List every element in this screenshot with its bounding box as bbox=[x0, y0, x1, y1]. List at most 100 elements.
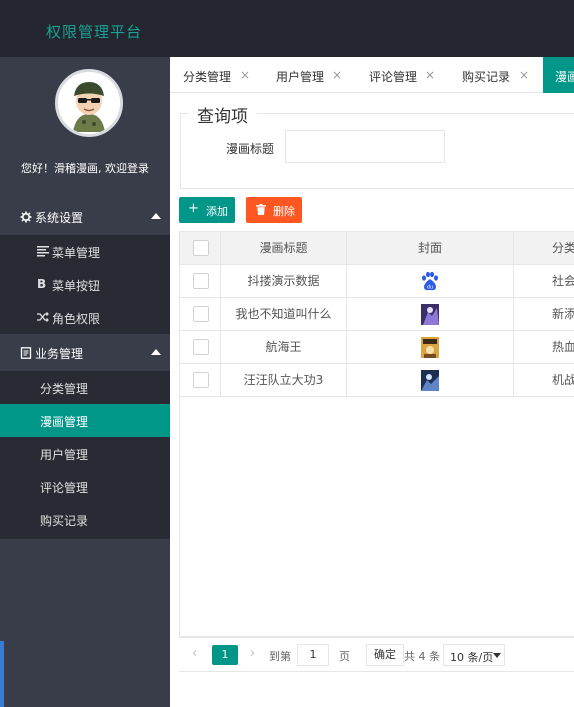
tab-purchase-records[interactable]: 购买记录 × bbox=[448, 57, 543, 93]
avatar[interactable] bbox=[55, 69, 123, 137]
baidu-logo-icon: du bbox=[422, 271, 438, 291]
delete-button[interactable]: 删除 bbox=[246, 197, 302, 223]
prev-page-button[interactable]: ‹ bbox=[192, 646, 197, 661]
menu-group-label: 系统设置 bbox=[35, 211, 84, 225]
tab-comic-management[interactable]: 漫画 bbox=[543, 57, 574, 93]
submenu-business-management: 分类管理 漫画管理 用户管理 评论管理 购买记录 bbox=[0, 371, 170, 539]
close-icon[interactable]: × bbox=[332, 68, 342, 82]
column-header-category[interactable]: 分类 bbox=[514, 232, 574, 265]
sidebar-item-role-permissions[interactable]: 角色权限 bbox=[0, 301, 170, 334]
page-size-value: 10 条/页 bbox=[450, 651, 494, 664]
tab-label: 用户管理 bbox=[276, 70, 325, 84]
row-checkbox[interactable] bbox=[193, 372, 209, 388]
table-header-row: 漫画标题 封面 分类 bbox=[180, 232, 574, 265]
tab-label: 分类管理 bbox=[183, 70, 232, 84]
sidebar-item-label: 角色权限 bbox=[52, 312, 101, 326]
goto-confirm-button[interactable]: 确定 bbox=[366, 644, 404, 666]
next-page-button[interactable]: › bbox=[250, 646, 255, 661]
chevron-down-icon bbox=[493, 653, 501, 658]
page-unit-label: 页 bbox=[339, 650, 350, 663]
left-edge-strip bbox=[0, 641, 4, 707]
menu-group-system-settings[interactable]: 系统设置 bbox=[0, 199, 170, 235]
cell-cover: du bbox=[347, 265, 514, 298]
welcome-text: 您好！滑稽漫画, 欢迎登录 bbox=[21, 162, 149, 175]
sidebar-item-label: 购买记录 bbox=[40, 514, 89, 528]
current-page[interactable]: 1 bbox=[212, 645, 238, 665]
caret-up-icon bbox=[151, 213, 161, 219]
sidebar-item-menu-buttons[interactable]: B 菜单按钮 bbox=[0, 268, 170, 301]
cover-thumbnail-blue bbox=[421, 370, 439, 391]
row-checkbox-cell bbox=[180, 331, 221, 364]
close-icon[interactable]: × bbox=[425, 68, 435, 82]
document-icon bbox=[20, 347, 32, 359]
cell-title: 我也不知道叫什么 bbox=[221, 298, 347, 331]
table-footer-area bbox=[179, 671, 574, 707]
column-header-title[interactable]: 漫画标题 bbox=[221, 232, 347, 265]
trash-icon bbox=[256, 204, 266, 215]
cell-cover bbox=[347, 331, 514, 364]
cover-thumbnail-purple bbox=[421, 304, 439, 325]
row-checkbox-cell bbox=[180, 265, 221, 298]
sidebar-item-label: 菜单按钮 bbox=[52, 279, 101, 293]
main-content: 分类管理 × 用户管理 × 评论管理 × 购买记录 × 漫画 查询项 漫画标题 … bbox=[170, 57, 574, 707]
list-icon bbox=[37, 246, 49, 257]
row-checkbox[interactable] bbox=[193, 306, 209, 322]
submenu-system-settings: 菜单管理 B 菜单按钮 角色权限 bbox=[0, 235, 170, 334]
sidebar-item-comic-management[interactable]: 漫画管理 bbox=[0, 404, 170, 437]
cell-category: 社会 bbox=[552, 274, 574, 288]
cell-title: 抖搂演示数据 bbox=[221, 265, 347, 298]
row-checkbox-cell bbox=[180, 298, 221, 331]
sidebar-item-category-management[interactable]: 分类管理 bbox=[0, 371, 170, 404]
tab-label: 购买记录 bbox=[462, 70, 511, 84]
comic-title-input[interactable] bbox=[285, 130, 445, 163]
table-row[interactable]: 航海王 热血 bbox=[180, 331, 574, 364]
goto-page-input[interactable]: 1 bbox=[297, 644, 329, 666]
comic-title-label: 漫画标题 bbox=[226, 142, 275, 156]
plus-icon: + bbox=[188, 201, 199, 216]
table-row[interactable]: 我也不知道叫什么 新添加 bbox=[180, 298, 574, 331]
cover-thumbnail-yellow bbox=[421, 337, 439, 358]
cell-title: 航海王 bbox=[221, 331, 347, 364]
cell-category: 机战 bbox=[552, 373, 574, 387]
cell-title: 汪汪队立大功3 bbox=[221, 364, 347, 397]
svg-text:du: du bbox=[427, 285, 433, 291]
sidebar-item-comment-management[interactable]: 评论管理 bbox=[0, 470, 170, 503]
tab-label: 评论管理 bbox=[369, 70, 418, 84]
sidebar-item-label: 菜单管理 bbox=[52, 246, 101, 260]
cell-cover bbox=[347, 364, 514, 397]
delete-button-label: 删除 bbox=[273, 205, 295, 218]
row-checkbox-cell bbox=[180, 364, 221, 397]
column-header-cover[interactable]: 封面 bbox=[347, 232, 514, 265]
gear-icon bbox=[20, 211, 32, 223]
sidebar-item-menu-management[interactable]: 菜单管理 bbox=[0, 235, 170, 268]
top-header: 权限管理平台 bbox=[0, 0, 574, 57]
menu-group-label: 业务管理 bbox=[35, 347, 84, 361]
caret-up-icon bbox=[151, 349, 161, 355]
goto-label: 到第 bbox=[269, 650, 291, 663]
menu-group-business-management[interactable]: 业务管理 bbox=[0, 335, 170, 371]
pagination: ‹ 1 › 到第 1 页 确定 共 4 条 10 条/页 bbox=[179, 637, 574, 671]
row-checkbox[interactable] bbox=[193, 339, 209, 355]
tab-label: 漫画 bbox=[555, 70, 574, 84]
table-row[interactable]: 抖搂演示数据 du 社会 bbox=[180, 265, 574, 298]
sidebar-item-label: 评论管理 bbox=[40, 481, 89, 495]
select-all-checkbox[interactable] bbox=[193, 240, 209, 256]
sidebar-item-user-management[interactable]: 用户管理 bbox=[0, 437, 170, 470]
tab-bar: 分类管理 × 用户管理 × 评论管理 × 购买记录 × 漫画 bbox=[170, 57, 574, 93]
close-icon[interactable]: × bbox=[519, 68, 529, 82]
tab-user-management[interactable]: 用户管理 × bbox=[262, 57, 355, 93]
close-icon[interactable]: × bbox=[240, 68, 250, 82]
bold-b-icon: B bbox=[37, 277, 47, 291]
row-checkbox[interactable] bbox=[193, 273, 209, 289]
add-button[interactable]: + 添加 bbox=[179, 197, 235, 223]
tab-comment-management[interactable]: 评论管理 × bbox=[355, 57, 448, 93]
cell-category: 新添加 bbox=[552, 307, 574, 321]
avatar-soldier-icon bbox=[58, 72, 120, 134]
tab-category-management[interactable]: 分类管理 × bbox=[170, 57, 262, 93]
table-row[interactable]: 汪汪队立大功3 机战 bbox=[180, 364, 574, 397]
shuffle-icon bbox=[37, 312, 49, 322]
add-button-label: 添加 bbox=[206, 205, 228, 218]
page-size-select[interactable]: 10 条/页 bbox=[443, 644, 505, 666]
sidebar-item-purchase-records[interactable]: 购买记录 bbox=[0, 503, 170, 536]
comic-table: 漫画标题 封面 分类 抖搂演示数据 du 社会 我也不知道叫什么 新 航海王 热… bbox=[179, 231, 574, 637]
